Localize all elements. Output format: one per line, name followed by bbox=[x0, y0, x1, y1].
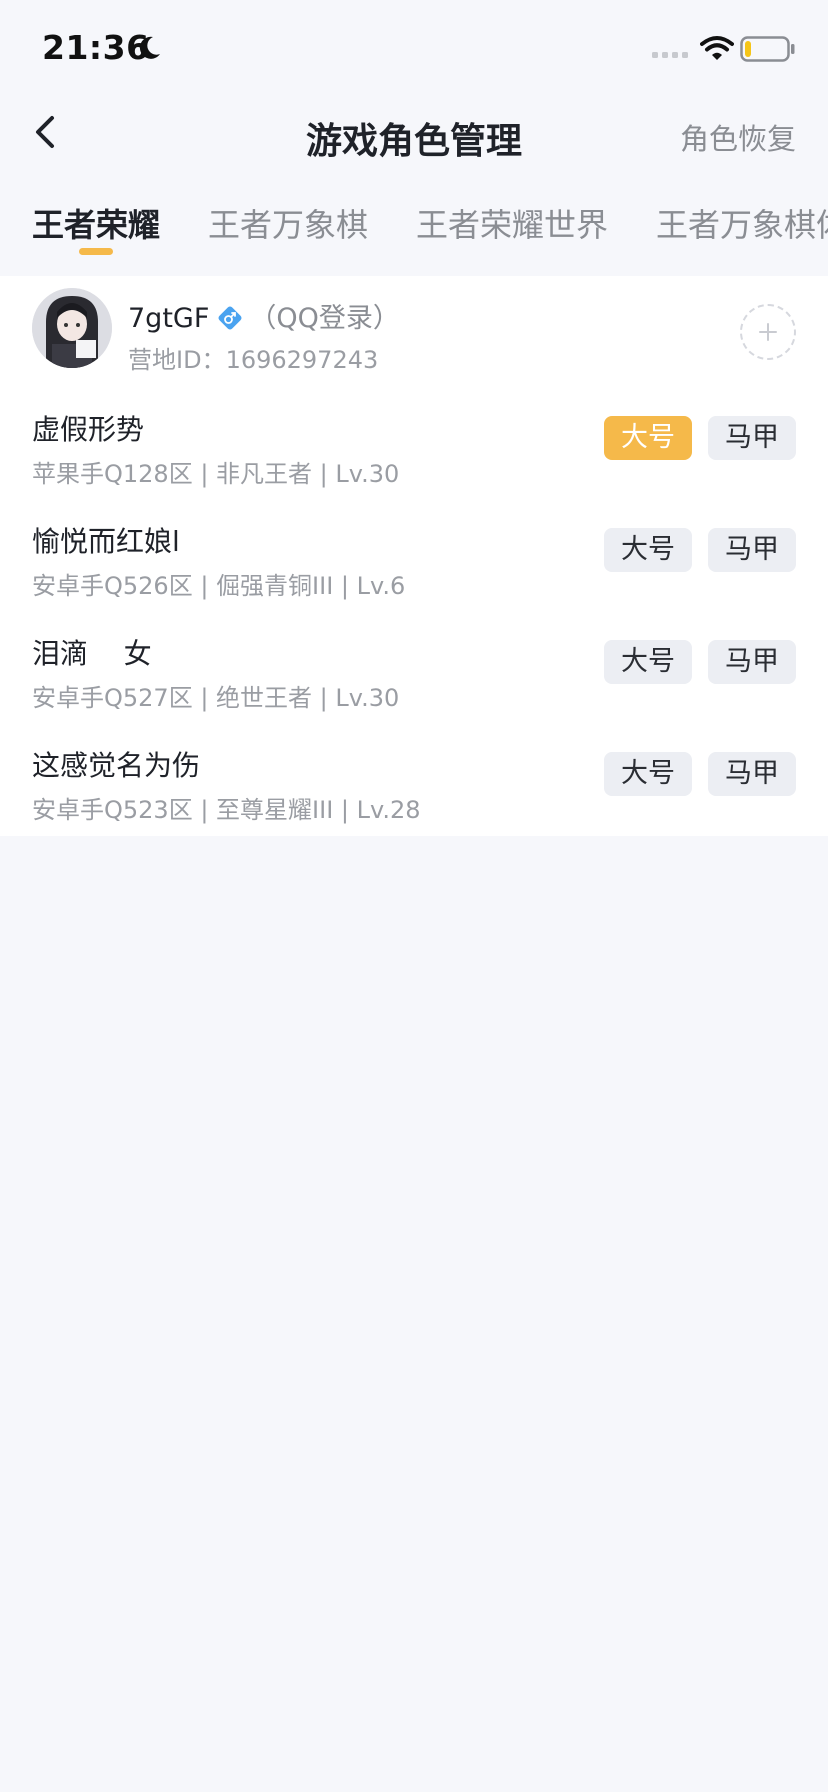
screen: 21:36 游戏角色管理 角色恢复 王者荣耀 王者万象棋 王者荣耀世界 王者万象… bbox=[0, 0, 828, 1792]
profile-id-label: 营地ID： bbox=[128, 346, 226, 374]
nav-bar: 游戏角色管理 角色恢复 bbox=[0, 96, 828, 176]
profile-name: 7gtGF bbox=[128, 303, 210, 334]
role-row[interactable]: 这感觉名为伤 安卓手Q523区 | 至尊星耀III | Lv.28 大号 马甲 bbox=[0, 744, 828, 856]
tab-wangzhe-rongyao[interactable]: 王者荣耀 bbox=[32, 200, 160, 246]
role-name: 泪滴 女 bbox=[32, 637, 152, 670]
role-row[interactable]: 虚假形势 苹果手Q128区 | 非凡王者 | Lv.30 大号 马甲 bbox=[0, 408, 828, 520]
profile-name-line: 7gtGF （QQ登录） bbox=[128, 296, 400, 335]
signal-icon bbox=[652, 52, 688, 58]
add-role-button[interactable] bbox=[740, 304, 796, 360]
main-account-button[interactable]: 大号 bbox=[604, 752, 692, 796]
avatar[interactable] bbox=[32, 288, 112, 368]
game-tab-bar: 王者荣耀 王者万象棋 王者荣耀世界 王者万象棋体 bbox=[0, 190, 828, 272]
alt-account-button[interactable]: 马甲 bbox=[708, 416, 796, 460]
profile-id-line: 营地ID：1696297243 bbox=[128, 340, 378, 375]
plus-icon bbox=[759, 323, 777, 341]
role-list-card: 7gtGF （QQ登录） 营地ID：1696297243 虚假形势 苹果手Q12… bbox=[0, 276, 828, 836]
avatar-illustration bbox=[32, 288, 112, 368]
tab-wanxiangqi[interactable]: 王者万象棋 bbox=[208, 200, 368, 246]
status-time: 21:36 bbox=[42, 28, 150, 67]
role-restore-link[interactable]: 角色恢复 bbox=[680, 116, 796, 158]
tab-rongyao-shijie[interactable]: 王者荣耀世界 bbox=[416, 200, 608, 246]
main-account-button[interactable]: 大号 bbox=[604, 640, 692, 684]
active-tab-indicator bbox=[79, 248, 113, 255]
alt-account-button[interactable]: 马甲 bbox=[708, 752, 796, 796]
moon-icon bbox=[139, 36, 160, 59]
main-account-button[interactable]: 大号 bbox=[604, 416, 692, 460]
role-meta: 安卓手Q526区 | 倔强青铜III | Lv.6 bbox=[32, 572, 406, 600]
login-type-tag: （QQ登录） bbox=[249, 303, 400, 334]
role-meta: 安卓手Q527区 | 绝世王者 | Lv.30 bbox=[32, 684, 400, 712]
wifi-icon bbox=[700, 36, 734, 60]
role-row[interactable]: 愉悦而红娘l 安卓手Q526区 | 倔强青铜III | Lv.6 大号 马甲 bbox=[0, 520, 828, 632]
alt-account-button[interactable]: 马甲 bbox=[708, 528, 796, 572]
main-account-button[interactable]: 大号 bbox=[604, 528, 692, 572]
role-meta: 苹果手Q128区 | 非凡王者 | Lv.30 bbox=[32, 460, 400, 488]
role-name: 愉悦而红娘l bbox=[32, 525, 180, 558]
battery-icon bbox=[740, 36, 795, 62]
role-name: 这感觉名为伤 bbox=[32, 749, 201, 782]
role-meta: 安卓手Q523区 | 至尊星耀III | Lv.28 bbox=[32, 796, 421, 824]
profile-id-value: 1696297243 bbox=[225, 346, 379, 374]
role-name: 虚假形势 bbox=[32, 413, 145, 446]
role-row[interactable]: 泪滴 女 安卓手Q527区 | 绝世王者 | Lv.30 大号 马甲 bbox=[0, 632, 828, 744]
alt-account-button[interactable]: 马甲 bbox=[708, 640, 796, 684]
status-bar: 21:36 bbox=[0, 0, 828, 96]
male-icon bbox=[218, 306, 242, 330]
profile-row: 7gtGF （QQ登录） 营地ID：1696297243 bbox=[0, 288, 828, 388]
tab-wanxiangqi-extra[interactable]: 王者万象棋体 bbox=[656, 200, 828, 246]
